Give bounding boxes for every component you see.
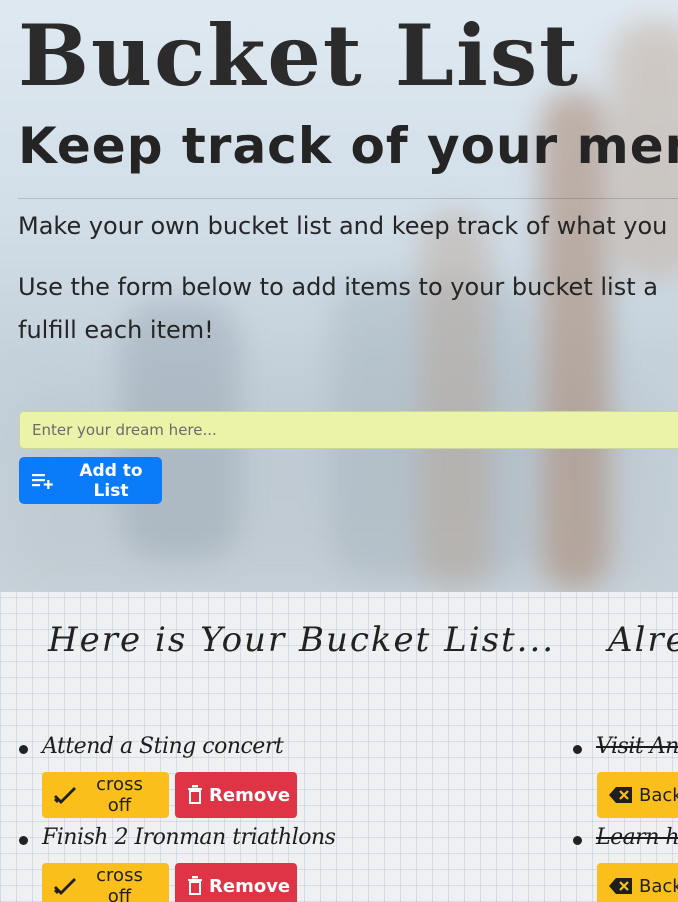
completed-item-text: Learn how	[596, 825, 678, 850]
cross-off-label: cross off	[96, 774, 143, 816]
bullet	[19, 836, 28, 845]
back-button[interactable]: Back	[597, 863, 678, 902]
backspace-icon	[609, 786, 633, 804]
bullet	[573, 836, 582, 845]
cross-off-button[interactable]: cross off	[42, 772, 169, 818]
bullet	[19, 745, 28, 754]
bullet	[573, 745, 582, 754]
remove-label: Remove	[209, 784, 291, 806]
back-label: Back	[639, 875, 678, 897]
divider	[18, 198, 678, 199]
cross-off-label: cross off	[96, 865, 143, 902]
todo-list-heading: Here is Your Bucket List...	[48, 620, 556, 660]
remove-button[interactable]: Remove	[175, 863, 297, 902]
add-to-list-label: Add to List	[79, 460, 143, 501]
back-button[interactable]: Back	[597, 772, 678, 818]
remove-label: Remove	[209, 875, 291, 897]
page-subtitle: Keep track of your memora	[18, 117, 678, 175]
done-list-heading: Alre	[608, 620, 678, 660]
intro-text: Make your own bucket list and keep track…	[18, 212, 668, 240]
remove-button[interactable]: Remove	[175, 772, 297, 818]
check-icon	[54, 786, 76, 804]
page-title: Bucket List	[18, 6, 580, 105]
instructions-text: Use the form below to add items to your …	[18, 273, 658, 344]
hero-section: Bucket List Keep track of your memora Ma…	[0, 0, 678, 592]
backspace-icon	[609, 877, 633, 895]
list-item-text: Finish 2 Ironman triathlons	[42, 825, 336, 850]
trash-icon	[187, 785, 203, 805]
playlist-add-icon	[32, 473, 54, 489]
bucket-list-section: Here is Your Bucket List... Alre Attend …	[0, 592, 678, 902]
completed-item-text: Visit Angl	[596, 734, 678, 759]
cross-off-button[interactable]: cross off	[42, 863, 169, 902]
dream-input[interactable]	[19, 411, 678, 449]
check-icon	[54, 877, 76, 895]
trash-icon	[187, 876, 203, 896]
back-label: Back	[639, 784, 678, 806]
add-to-list-button[interactable]: Add to List	[19, 457, 162, 504]
list-item-text: Attend a Sting concert	[42, 734, 284, 759]
